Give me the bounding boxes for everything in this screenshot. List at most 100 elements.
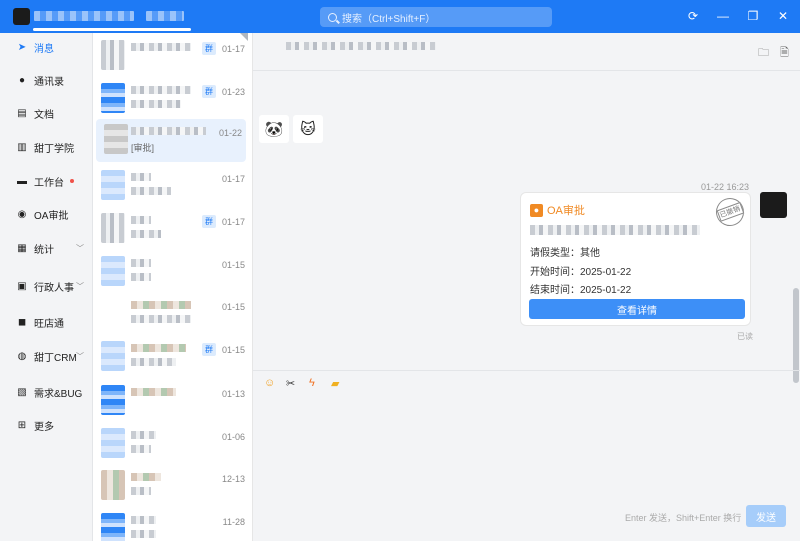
nav-item-more[interactable]: ⊞ 更多 (0, 412, 93, 438)
conversation-item[interactable]: 群 01-17 (93, 208, 252, 251)
nav-item-oa-approval[interactable]: ◉ OA审批 (0, 201, 93, 227)
redacted-name (131, 86, 191, 94)
redacted-preview (131, 315, 191, 323)
nav-item-docs[interactable]: ▤ 文档 (0, 100, 93, 126)
nav-item-academy[interactable]: ▥ 甜丁学院 (0, 134, 93, 160)
conversation-item[interactable]: 11-28 (93, 508, 252, 541)
redacted-name (131, 259, 151, 267)
emoji-icon[interactable]: ☺ (264, 377, 275, 389)
conversation-item-selected[interactable]: [审批] 01-22 (96, 119, 246, 162)
redacted-approval-title (530, 225, 700, 235)
conversation-item[interactable]: 01-15 (93, 251, 252, 294)
refresh-icon[interactable]: ⟳ (686, 8, 700, 24)
scissors-icon[interactable]: ✂ (286, 377, 295, 390)
scrollbar[interactable] (793, 288, 799, 383)
redacted-name (131, 516, 156, 524)
avatar[interactable] (760, 192, 787, 218)
nav-item-contacts[interactable]: ● 通讯录 (0, 67, 93, 93)
conversation-item[interactable]: 01-17 (93, 165, 252, 208)
send-icon: ➤ (17, 41, 27, 53)
nav-item-admin-hr[interactable]: ▣ 行政人事 ﹀ (0, 273, 93, 299)
chevron-down-icon: ﹀ (76, 351, 84, 361)
redacted-name (131, 344, 186, 352)
avatar (101, 83, 125, 113)
conversation-item[interactable]: 01-13 (93, 380, 252, 423)
folder-icon[interactable]: 🗀 (758, 44, 769, 63)
approval-card-title: OA审批 (547, 205, 585, 217)
folder-icon[interactable]: ▰ (331, 377, 339, 390)
nav-item-shop[interactable]: ◼ 旺店通 (0, 309, 93, 335)
search-placeholder: 搜索（Ctrl+Shift+F） (342, 13, 436, 25)
conversation-item[interactable]: 01-06 (93, 423, 252, 466)
group-tag: 群 (202, 85, 216, 98)
read-status: 已读 (737, 332, 753, 341)
bug-icon: ▧ (17, 386, 27, 398)
shop-icon: ◼ (17, 316, 27, 328)
redacted-preview (131, 530, 156, 538)
conversation-time: 01-15 (221, 260, 245, 270)
conversation-time: 01-17 (221, 44, 245, 54)
avatar (101, 428, 125, 458)
avatar (101, 298, 125, 328)
left-nav: ➤ 消息 ● 通讯录 ▤ 文档 ▥ 甜丁学院 ▬ 工作台 ◉ OA审批 ▦ 统计… (0, 33, 93, 541)
redacted-preview (131, 273, 151, 281)
nav-item-bug[interactable]: ▧ 需求&BUG (0, 379, 93, 405)
conversation-list: 群 01-17 群 01-23 [审批] 01-22 01-17 群 01-17… (93, 33, 253, 541)
conversation-preview: [审批] (131, 143, 155, 153)
nav-item-workbench[interactable]: ▬ 工作台 (0, 168, 93, 194)
redacted-tab-title[interactable] (146, 11, 184, 21)
avatar (101, 513, 125, 541)
conversation-item[interactable]: 群 01-17 (93, 35, 252, 78)
grid-icon: ⊞ (17, 419, 27, 431)
conversation-time: 11-28 (222, 517, 245, 527)
start-time-row: 开始时间：2025-01-22 (530, 267, 632, 278)
clipboard-icon: ▣ (17, 280, 27, 292)
file-icon[interactable]: 🗎 (780, 44, 789, 63)
maximize-icon[interactable]: ❐ (746, 8, 760, 24)
redacted-chat-title (286, 42, 436, 50)
send-button[interactable]: 发送 (746, 505, 786, 527)
nav-item-messages[interactable]: ➤ 消息 (0, 34, 93, 60)
active-tab-indicator (33, 28, 191, 31)
approval-card[interactable]: ● OA审批 已撤销 请假类型：其他 开始时间：2025-01-22 结束时间：… (520, 192, 751, 326)
conversation-time: 01-17 (221, 174, 245, 184)
person-icon: ● (18, 74, 26, 86)
approval-card-header: ● OA审批 (530, 202, 585, 218)
conversation-item[interactable]: 群 01-15 (93, 336, 252, 379)
group-tag: 群 (202, 343, 216, 356)
chat-pane: 🗀 🗎 🐼 🐱 01-22 16:23 ● OA审批 已撤销 请假类型：其他 开… (253, 33, 800, 541)
conversation-item[interactable]: 群 01-23 (93, 78, 252, 121)
chevron-down-icon: ﹀ (76, 243, 84, 253)
conversation-time: 01-13 (221, 389, 245, 399)
lightning-icon[interactable]: ϟ (309, 377, 315, 389)
group-tag: 群 (202, 215, 216, 228)
sticker-image: 🐼 (259, 115, 289, 143)
nav-item-statistics[interactable]: ▦ 统计 ﹀ (0, 235, 93, 261)
redacted-name (131, 388, 176, 396)
redacted-preview (131, 100, 181, 108)
notification-dot (70, 179, 74, 183)
redacted-preview (131, 358, 176, 366)
title-bar: 搜索（Ctrl+Shift+F） ⟳ — ❐ ✕ (0, 0, 800, 33)
minimize-icon[interactable]: — (716, 8, 730, 24)
avatar (104, 124, 128, 154)
redacted-preview (131, 187, 171, 195)
redacted-name (131, 473, 161, 481)
redacted-tab-title[interactable] (34, 11, 134, 21)
redacted-name (131, 43, 191, 51)
redacted-name (131, 301, 191, 309)
conversation-item[interactable]: 12-13 (93, 465, 252, 508)
person-icon: ● (530, 203, 543, 217)
redacted-preview (131, 445, 151, 453)
revoked-stamp: 已撤销 (712, 194, 748, 230)
composer-toolbar: ☺ ✂ ϟ ▰ (253, 370, 800, 396)
conversation-time: 01-06 (221, 432, 245, 442)
global-search-input[interactable]: 搜索（Ctrl+Shift+F） (320, 7, 552, 27)
nav-item-crm[interactable]: ◍ 甜丁CRM ﹀ (0, 343, 93, 369)
view-details-button[interactable]: 查看详情 (529, 299, 745, 319)
redacted-preview (131, 230, 161, 238)
close-icon[interactable]: ✕ (776, 8, 790, 24)
chat-header: 🗀 🗎 (253, 33, 800, 71)
conversation-item[interactable]: 01-15 (93, 293, 252, 336)
sticker-image: 🐱 (293, 115, 323, 143)
